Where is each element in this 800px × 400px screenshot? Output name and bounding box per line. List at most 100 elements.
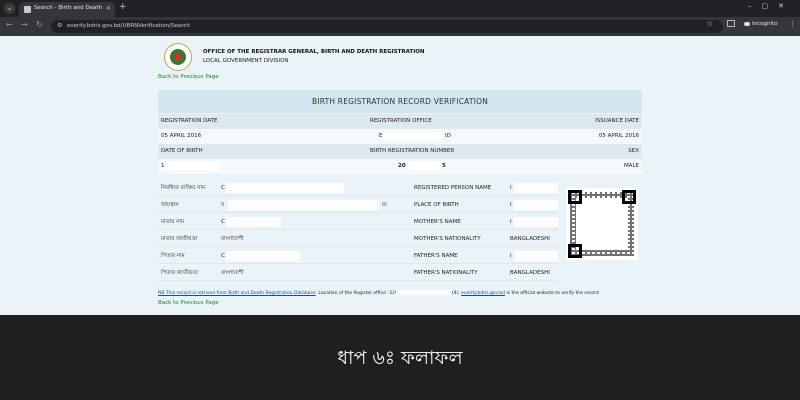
- record-value-row-2: 1 20 5 MALE: [158, 159, 642, 174]
- en-value: I: [510, 253, 512, 259]
- birth-registration-number-label: BIRTH REGISTRATION NUMBER: [370, 148, 455, 154]
- redacted-block: [226, 251, 300, 261]
- browser-toolbar: ← → ↻ ⚙ everify.bdris.gov.bd/UBRNVerific…: [0, 17, 800, 36]
- redacted-block: [395, 290, 452, 295]
- birth-registration-number-suffix: 5: [442, 163, 446, 169]
- page-favicon-icon: [24, 6, 31, 13]
- incognito-icon: [744, 21, 750, 26]
- office-subtitle: LOCAL GOVERNMENT DIVISION: [203, 58, 289, 64]
- registration-date-value: 05 APRIL 2016: [161, 133, 202, 139]
- government-seal-logo: [164, 43, 192, 71]
- seal-inner: [170, 49, 186, 65]
- verification-qr-code: [566, 188, 638, 260]
- bn-label: মাতার জাতীয়তা: [161, 236, 198, 242]
- page-content: OFFICE OF THE REGISTRAR GENERAL, BIRTH A…: [0, 36, 800, 315]
- reload-icon[interactable]: ↻: [36, 20, 43, 29]
- record-banner: BIRTH REGISTRATION RECORD VERIFICATION: [158, 90, 642, 113]
- qr-finder: [568, 244, 582, 258]
- address-bar[interactable]: ⚙ everify.bdris.gov.bd/UBRNVerification/…: [51, 20, 723, 33]
- browser-menu-icon[interactable]: ⋮: [789, 20, 796, 28]
- en-value: BANGLADESHI: [510, 236, 550, 242]
- redacted-block: [408, 162, 440, 171]
- en-label: MOTHER'S NAME: [414, 219, 461, 225]
- issuance-date-label: ISSUANCE DATE: [595, 118, 639, 124]
- en-value: BANGLADESHI: [510, 270, 550, 276]
- browser-tab[interactable]: Search - Birth and Death Verific ✕: [19, 2, 115, 17]
- note-end: is the official website to verify the re…: [505, 291, 599, 296]
- incognito-indicator[interactable]: Incognito: [744, 21, 778, 27]
- url-text[interactable]: everify.bdris.gov.bd/UBRNVerification/Se…: [67, 23, 190, 29]
- issuance-date-value: 05 APRIL 2016: [598, 133, 639, 139]
- window-controls[interactable]: –▢✕: [748, 2, 794, 10]
- en-value: I: [510, 185, 512, 191]
- seal-sun: [174, 53, 182, 61]
- back-arrow-icon[interactable]: ←: [6, 20, 13, 29]
- redacted-block: [514, 183, 558, 193]
- forward-arrow-icon[interactable]: →: [21, 20, 28, 29]
- sex-value: MALE: [623, 163, 639, 169]
- record-header-row-2: DATE OF BIRTH BIRTH REGISTRATION NUMBER …: [158, 144, 642, 159]
- step-caption: ধাপ ৬ঃ ফলাফল: [337, 347, 463, 369]
- en-value: I: [510, 219, 512, 225]
- registration-office-prefix: E: [379, 133, 383, 139]
- tab-close-icon[interactable]: ✕: [106, 5, 111, 12]
- en-label: FATHER'S NAME: [414, 253, 458, 259]
- en-label: PLACE OF BIRTH: [414, 202, 459, 208]
- redacted-block: [226, 183, 344, 193]
- tab-search-icon[interactable]: ⌄: [4, 3, 15, 14]
- person-row: জন্মস্থান ব য়া PLACE OF BIRTH I: [158, 197, 558, 213]
- redacted-block: [514, 217, 558, 227]
- person-row: নিবন্ধিত ব্যক্তির নাম C REGISTERED PERSO…: [158, 180, 558, 196]
- tab-title: Search - Birth and Death Verific: [34, 5, 102, 11]
- redacted-block: [228, 200, 378, 210]
- bn-value: C: [221, 253, 225, 259]
- redacted-block: [166, 162, 220, 171]
- registration-date-label: REGISTRATION DATE: [161, 118, 218, 124]
- registration-office-label: REGISTRATION OFFICE: [370, 118, 432, 124]
- bn-value: C: [221, 219, 225, 225]
- en-label: MOTHER'S NATIONALITY: [414, 236, 481, 242]
- incognito-label: Incognito: [752, 21, 778, 27]
- en-label: FATHER'S NATIONALITY: [414, 270, 478, 276]
- bn-value: বাংলাদেশী: [221, 236, 244, 242]
- record-header-row-1: REGISTRATION DATE REGISTRATION OFFICE IS…: [158, 114, 642, 129]
- date-of-birth-value: 1: [161, 163, 165, 169]
- site-info-icon[interactable]: ⚙: [57, 22, 62, 29]
- back-link-bottom[interactable]: Back to Previous Page: [158, 300, 219, 306]
- birth-registration-number-prefix: 20: [398, 163, 406, 169]
- person-row: মাতার জাতীয়তা বাংলাদেশী MOTHER'S NATION…: [158, 231, 558, 247]
- bn-label: নিবন্ধিত ব্যক্তির নাম: [161, 185, 205, 191]
- office-title: OFFICE OF THE REGISTRAR GENERAL, BIRTH A…: [203, 49, 425, 55]
- bn-value: C: [221, 185, 225, 191]
- redacted-block: [384, 132, 442, 141]
- bn-label: পিতার নাম: [161, 253, 185, 259]
- step-caption-band: ধাপ ৬ঃ ফলাফল: [0, 315, 800, 400]
- bn-value: বাংলাদেশী: [221, 270, 244, 276]
- qr-redacted-center: [576, 198, 628, 250]
- bn-label: মাতার নাম: [161, 219, 185, 225]
- bn-label: পিতার জাতীয়তা: [161, 270, 198, 276]
- qr-finder: [622, 190, 636, 204]
- bn-value: ব: [221, 202, 225, 208]
- sex-label: SEX: [628, 148, 639, 154]
- date-of-birth-label: DATE OF BIRTH: [161, 148, 203, 154]
- note-office-end: (4).: [451, 291, 462, 296]
- redacted-block: [226, 217, 281, 227]
- registration-office-suffix: ID: [445, 133, 451, 139]
- browser-tab-bar: ⌄ Search - Birth and Death Verific ✕ + –…: [0, 0, 800, 17]
- person-row: মাতার নাম C MOTHER'S NAME I: [158, 214, 558, 230]
- qr-finder: [568, 190, 582, 204]
- back-link-top[interactable]: Back to Previous Page: [158, 74, 219, 80]
- note-middle: . Location of the Register office :: [315, 291, 391, 296]
- record-note: NB This record is retrived from Birth an…: [158, 290, 599, 296]
- bookmark-star-icon[interactable]: ☆: [706, 19, 713, 28]
- side-panel-icon[interactable]: [727, 20, 735, 27]
- person-row: পিতার জাতীয়তা বাংলাদেশী FATHER'S NATION…: [158, 265, 558, 281]
- database-note-link[interactable]: NB This record is retrived from Birth an…: [158, 291, 316, 296]
- new-tab-icon[interactable]: +: [119, 2, 127, 12]
- en-value: I: [510, 202, 512, 208]
- official-site-link[interactable]: everify.bdris.gov.bd: [461, 291, 505, 296]
- redacted-block: [514, 200, 558, 210]
- bn-label: জন্মস্থান: [161, 202, 179, 208]
- bn-value-end: য়া: [382, 202, 387, 208]
